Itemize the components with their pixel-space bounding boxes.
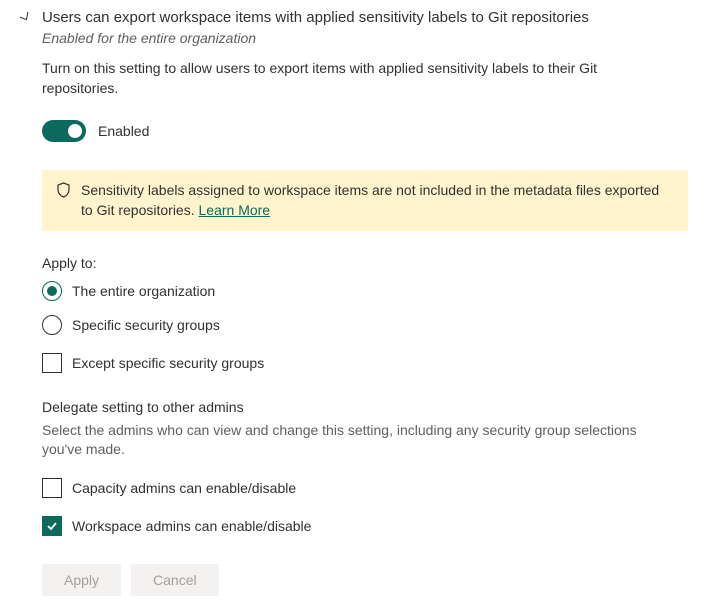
setting-subtitle: Enabled for the entire organization xyxy=(42,30,589,46)
apply-to-label: Apply to: xyxy=(42,255,688,271)
checkmark-icon xyxy=(45,519,59,533)
apply-button[interactable]: Apply xyxy=(42,564,121,596)
checkbox-except-groups[interactable]: Except specific security groups xyxy=(42,353,688,373)
radio-icon xyxy=(42,281,62,301)
setting-description: Turn on this setting to allow users to e… xyxy=(42,58,642,99)
enabled-toggle[interactable] xyxy=(42,120,86,142)
checkbox-label: Capacity admins can enable/disable xyxy=(72,480,296,496)
checkbox-label: Workspace admins can enable/disable xyxy=(72,518,311,534)
checkbox-workspace-admins[interactable]: Workspace admins can enable/disable xyxy=(42,516,688,536)
radio-label: The entire organization xyxy=(72,283,215,299)
enabled-toggle-label: Enabled xyxy=(98,123,149,139)
radio-icon xyxy=(42,315,62,335)
delegate-description: Select the admins who can view and chang… xyxy=(42,421,642,460)
radio-specific-groups[interactable]: Specific security groups xyxy=(42,315,688,335)
collapse-icon[interactable] xyxy=(20,10,30,24)
radio-entire-org[interactable]: The entire organization xyxy=(42,281,688,301)
shield-icon xyxy=(56,182,71,203)
radio-label: Specific security groups xyxy=(72,317,220,333)
checkbox-icon xyxy=(42,516,62,536)
info-text: Sensitivity labels assigned to workspace… xyxy=(81,180,674,221)
delegate-title: Delegate setting to other admins xyxy=(42,399,688,415)
learn-more-link[interactable]: Learn More xyxy=(199,202,271,218)
setting-title: Users can export workspace items with ap… xyxy=(42,8,589,28)
cancel-button[interactable]: Cancel xyxy=(131,564,219,596)
info-message: Sensitivity labels assigned to workspace… xyxy=(81,182,659,218)
checkbox-icon xyxy=(42,478,62,498)
info-banner: Sensitivity labels assigned to workspace… xyxy=(42,170,688,231)
checkbox-label: Except specific security groups xyxy=(72,355,264,371)
checkbox-icon xyxy=(42,353,62,373)
checkbox-capacity-admins[interactable]: Capacity admins can enable/disable xyxy=(42,478,688,498)
